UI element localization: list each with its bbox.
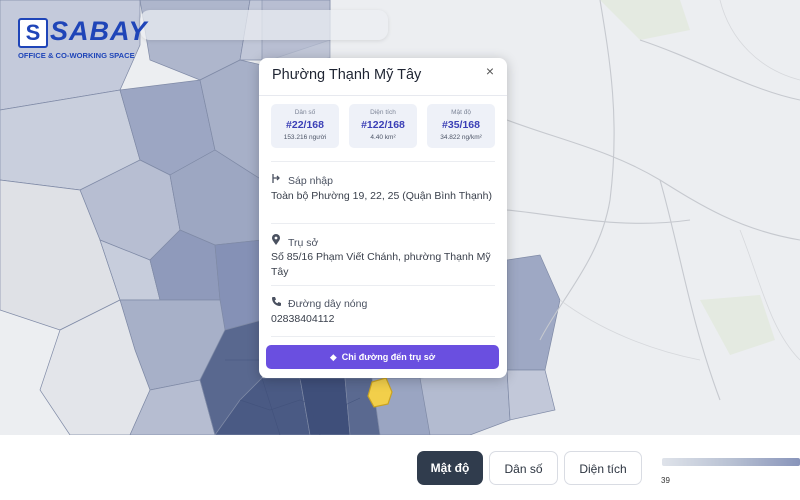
merge-section: Sáp nhập Toàn bộ Phường 19, 22, 25 (Quận… bbox=[271, 173, 495, 204]
hotline-section: Đường dây nóng 02838404112 bbox=[271, 296, 495, 327]
stat-rank: #35/168 bbox=[442, 119, 480, 131]
stat-value: 153.216 người bbox=[283, 134, 327, 141]
office-heading: Trụ sở bbox=[288, 237, 319, 249]
section-divider bbox=[271, 336, 495, 337]
stat-label: Dân số bbox=[294, 109, 316, 116]
office-body: Số 85/16 Phạm Viết Chánh, phường Thạnh M… bbox=[271, 251, 491, 278]
bottom-toolbar: Mật độ Dân số Diện tích 39 bbox=[0, 435, 800, 500]
close-icon[interactable]: × bbox=[481, 62, 499, 80]
density-mode-button[interactable]: Mật độ bbox=[417, 451, 483, 485]
merge-heading: Sáp nhập bbox=[288, 175, 333, 187]
merge-icon bbox=[271, 173, 283, 188]
directions-icon: ◆ bbox=[329, 352, 337, 362]
ward-info-popup: Phường Thạnh Mỹ Tây × Dân số #22/168 153… bbox=[259, 58, 507, 378]
logo-subtitle: OFFICE & CO-WORKING SPACE bbox=[18, 51, 135, 60]
logo-name: SABAY bbox=[50, 16, 148, 46]
location-pin-icon bbox=[271, 234, 283, 250]
stat-population: Dân số #22/168 153.216 người bbox=[271, 104, 339, 148]
merge-body: Toàn bộ Phường 19, 22, 25 (Quận Bình Thạ… bbox=[271, 190, 492, 202]
office-section: Trụ sở Số 85/16 Phạm Viết Chánh, phường … bbox=[271, 234, 495, 280]
hotline-heading: Đường dây nóng bbox=[288, 298, 368, 310]
popup-title: Phường Thạnh Mỹ Tây bbox=[272, 67, 422, 83]
legend-min-label: 39 bbox=[661, 476, 670, 485]
stat-area: Diện tích #122/168 4.40 km² bbox=[349, 104, 417, 148]
sabay-logo: S SABAY OFFICE & CO-WORKING SPACE bbox=[18, 16, 158, 62]
stats-row: Dân số #22/168 153.216 người Diện tích #… bbox=[271, 104, 495, 148]
stat-rank: #22/168 bbox=[286, 119, 324, 131]
popup-divider bbox=[259, 95, 507, 96]
population-mode-button[interactable]: Dân số bbox=[489, 451, 558, 485]
section-divider bbox=[271, 285, 495, 286]
stat-label: Mật độ bbox=[451, 109, 471, 116]
stat-rank: #122/168 bbox=[361, 119, 405, 131]
section-divider bbox=[271, 161, 495, 162]
phone-icon bbox=[271, 296, 283, 311]
logo-mark-icon: S bbox=[18, 18, 48, 48]
area-mode-button[interactable]: Diện tích bbox=[564, 451, 642, 485]
search-bar[interactable] bbox=[140, 10, 388, 40]
hotline-body: 02838404112 bbox=[271, 313, 335, 325]
section-divider bbox=[271, 223, 495, 224]
directions-button[interactable]: ◆ Chỉ đường đến trụ sở bbox=[266, 345, 499, 369]
stat-value: 4.40 km² bbox=[370, 134, 396, 141]
stat-value: 34.822 ng/km² bbox=[440, 134, 482, 141]
stat-label: Diện tích bbox=[370, 109, 396, 116]
directions-label: Chỉ đường đến trụ sở bbox=[341, 352, 436, 362]
legend-gradient bbox=[662, 458, 800, 466]
stat-density: Mật độ #35/168 34.822 ng/km² bbox=[427, 104, 495, 148]
